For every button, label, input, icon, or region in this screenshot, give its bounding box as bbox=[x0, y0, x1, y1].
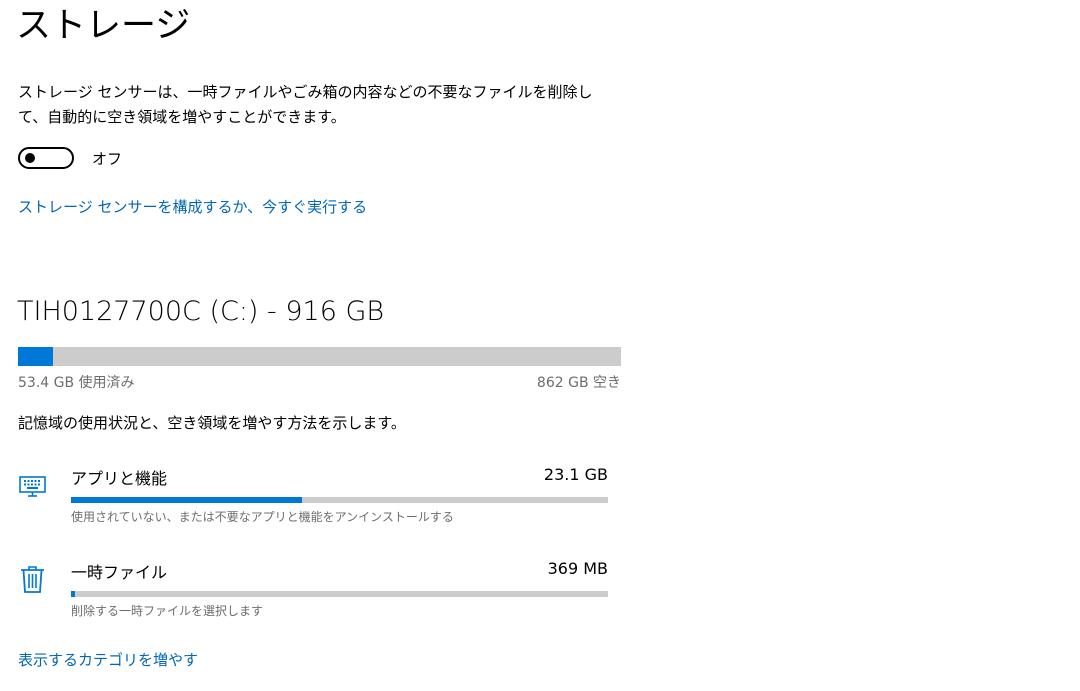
category-size: 23.1 GB bbox=[543, 465, 608, 484]
keyboard-icon bbox=[19, 476, 46, 497]
category-hint: 削除する一時ファイルを選択します bbox=[71, 604, 264, 618]
page-title: ストレージ bbox=[16, 6, 191, 46]
toggle-state-label: オフ bbox=[92, 149, 123, 168]
category-label: アプリと機能 bbox=[71, 469, 168, 488]
drive-description: 記憶域の使用状況と、空き領域を増やす方法を示します。 bbox=[18, 414, 406, 432]
storage-sense-description: ストレージ センサーは、一時ファイルやごみ箱の内容などの不要なファイルを削除して… bbox=[18, 83, 593, 126]
configure-storage-sense-link[interactable]: ストレージ センサーを構成するか、今すぐ実行する bbox=[18, 196, 367, 217]
toggle-knob bbox=[25, 153, 35, 163]
storage-sense-toggle-row: オフ bbox=[18, 144, 122, 172]
category-usage-bar bbox=[71, 497, 608, 503]
category-temporary-files[interactable]: 一時ファイル 369 MB 削除する一時ファイルを選択します bbox=[18, 556, 608, 626]
drive-title[interactable]: TIH0127700C (C:) - 916 GB bbox=[17, 296, 384, 327]
drive-free-label: 862 GB 空き bbox=[536, 375, 621, 391]
category-usage-bar bbox=[71, 591, 608, 597]
category-usage-bar-fill bbox=[71, 497, 302, 503]
category-label: 一時ファイル bbox=[71, 563, 168, 582]
drive-usage-bar-fill bbox=[18, 347, 53, 366]
show-more-categories-link[interactable]: 表示するカテゴリを増やす bbox=[18, 649, 198, 670]
storage-sense-toggle[interactable] bbox=[18, 147, 74, 169]
trash-icon bbox=[21, 566, 44, 593]
category-size: 369 MB bbox=[547, 559, 608, 578]
drive-usage-bar[interactable] bbox=[18, 347, 621, 366]
category-apps-and-features[interactable]: アプリと機能 23.1 GB 使用されていない、または不要なアプリと機能をアンイ… bbox=[18, 462, 608, 532]
category-hint: 使用されていない、または不要なアプリと機能をアンインストールする bbox=[71, 510, 454, 524]
category-usage-bar-fill bbox=[71, 591, 75, 597]
drive-used-label: 53.4 GB 使用済み bbox=[18, 375, 135, 391]
